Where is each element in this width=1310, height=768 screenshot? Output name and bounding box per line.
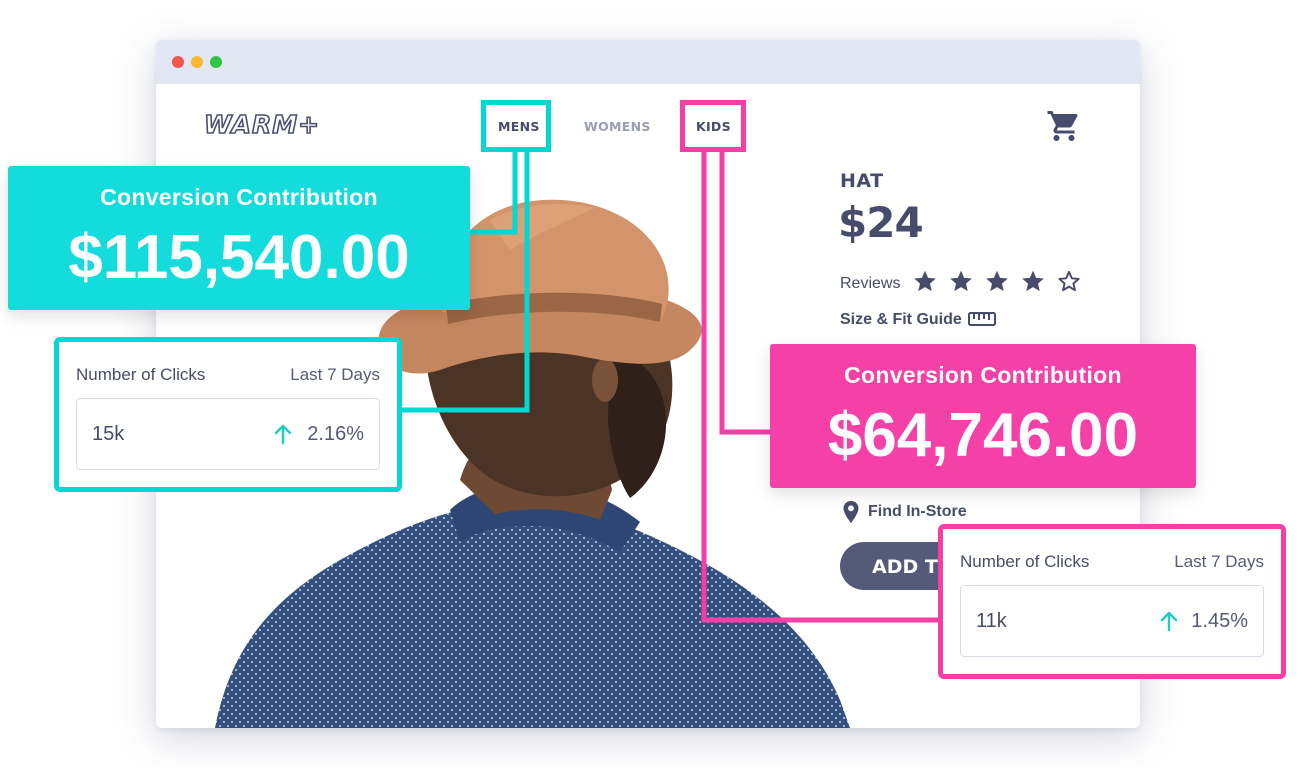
conversion-title: Conversion Contribution xyxy=(100,184,378,210)
clicks-change-percent: 1.45% xyxy=(1191,610,1248,632)
conversion-value: $115,540.00 xyxy=(68,223,410,292)
star-filled-icon[interactable] xyxy=(1020,268,1046,294)
find-in-store-label: Find In-Store xyxy=(868,503,967,520)
clicks-metric-box: 15k 2.16% xyxy=(76,398,380,470)
mens-clicks-card: Number of Clicks Last 7 Days 15k 2.16% xyxy=(54,337,402,492)
arrow-up-icon xyxy=(274,424,292,445)
product-price: $24 xyxy=(838,198,924,247)
ruler-icon xyxy=(968,312,996,326)
kids-highlight-box xyxy=(680,100,746,152)
conversion-title: Conversion Contribution xyxy=(844,362,1122,388)
browser-titlebar xyxy=(156,40,1140,84)
size-fit-guide-link[interactable]: Size & Fit Guide xyxy=(840,311,962,329)
clicks-label: Number of Clicks xyxy=(76,365,206,384)
clicks-count: 15k xyxy=(92,423,125,445)
kids-conversion-card: Conversion Contribution $64,746.00 xyxy=(770,344,1196,488)
conversion-value: $64,746.00 xyxy=(827,401,1139,470)
maximize-window-button[interactable] xyxy=(210,56,222,68)
arrow-up-icon xyxy=(1160,611,1178,632)
close-window-button[interactable] xyxy=(172,56,184,68)
clicks-change-percent: 2.16% xyxy=(307,423,364,445)
minimize-window-button[interactable] xyxy=(191,56,203,68)
star-empty-icon[interactable] xyxy=(1056,268,1082,294)
clicks-count: 11k xyxy=(976,610,1007,632)
star-filled-icon[interactable] xyxy=(984,268,1010,294)
star-filled-icon[interactable] xyxy=(948,268,974,294)
shopping-cart-icon[interactable] xyxy=(1046,108,1082,144)
mens-conversion-card: Conversion Contribution $115,540.00 xyxy=(8,166,470,310)
clicks-label: Number of Clicks xyxy=(960,552,1090,571)
store-logo[interactable]: WARM+ xyxy=(203,109,320,140)
clicks-metric-box: 11k 1.45% xyxy=(960,585,1264,657)
date-range-label[interactable]: Last 7 Days xyxy=(1174,552,1264,572)
star-filled-icon[interactable] xyxy=(912,268,938,294)
kids-clicks-card: Number of Clicks Last 7 Days 11k 1.45% xyxy=(938,524,1286,679)
mens-highlight-box xyxy=(481,100,551,152)
nav-womens[interactable]: WOMENS xyxy=(584,119,651,134)
date-range-label[interactable]: Last 7 Days xyxy=(290,365,380,385)
